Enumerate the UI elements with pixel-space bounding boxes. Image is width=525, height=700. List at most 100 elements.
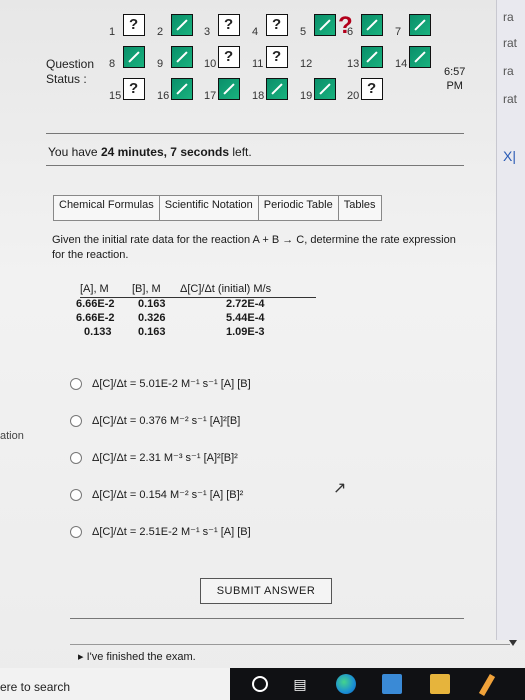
question-answered-icon[interactable] (314, 14, 336, 36)
question-answered-icon[interactable] (123, 46, 145, 68)
timer-suffix: left. (232, 145, 252, 159)
question-number: 13 (347, 58, 360, 70)
exam-page: ra rat ra rat X| ation Question Status :… (0, 0, 525, 700)
question-number: 8 (109, 58, 116, 70)
clock: 6:57 PM (444, 65, 465, 93)
task-view-icon[interactable]: ▤ (290, 674, 310, 694)
table-cell: 2.72E-4 (226, 298, 265, 310)
question-answered-icon[interactable] (218, 78, 240, 100)
edge-text: X| (503, 148, 516, 164)
edge-text: rat (503, 92, 518, 106)
question-answered-icon[interactable] (361, 14, 383, 36)
table-cell: 1.09E-3 (226, 326, 265, 338)
tab-scientific-notation[interactable]: Scientific Notation (160, 196, 259, 220)
radio-button[interactable] (70, 488, 82, 501)
store-icon[interactable] (382, 674, 402, 694)
submit-answer-button[interactable]: SUBMIT ANSWER (200, 578, 332, 604)
tab-chemical-formulas[interactable]: Chemical Formulas (54, 196, 160, 220)
question-number: 16 (157, 90, 170, 102)
edge-text: rat (503, 36, 518, 50)
question-unanswered-icon[interactable] (123, 14, 145, 36)
edge-browser-icon[interactable] (336, 674, 356, 694)
answer-option[interactable]: Δ[C]/Δt = 0.154 M⁻² s⁻¹ [A] [B]² (70, 488, 243, 501)
cortana-icon[interactable] (252, 676, 268, 692)
question-number: 19 (300, 90, 313, 102)
tab-tables[interactable]: Tables (339, 196, 381, 220)
table-row: 6.66E-2 0.326 5.44E-4 (76, 312, 316, 326)
question-number: 7 (395, 26, 402, 38)
question-answered-icon[interactable] (171, 14, 193, 36)
question-answered-icon[interactable] (266, 78, 288, 100)
divider (70, 618, 464, 619)
question-number: 17 (204, 90, 217, 102)
divider (46, 133, 464, 134)
answer-option[interactable]: Δ[C]/Δt = 2.31 M⁻³ s⁻¹ [A]²[B]² (70, 451, 238, 464)
question-unanswered-icon[interactable] (218, 14, 240, 36)
answer-option[interactable]: Δ[C]/Δt = 2.51E-2 M⁻¹ s⁻¹ [A] [B] (70, 525, 251, 538)
answer-option[interactable]: Δ[C]/Δt = 0.376 M⁻² s⁻¹ [A]²[B] (70, 414, 240, 427)
answer-option[interactable]: Δ[C]/Δt = 5.01E-2 M⁻¹ s⁻¹ [A] [B] (70, 377, 251, 390)
timer-value: 24 minutes, 7 seconds (100, 145, 230, 159)
question-unanswered-icon[interactable] (266, 46, 288, 68)
radio-button[interactable] (70, 414, 82, 427)
question-number: 20 (347, 90, 360, 102)
question-number: 12 (300, 58, 313, 70)
question-number: 15 (109, 90, 122, 102)
option-label[interactable]: Δ[C]/Δt = 0.376 M⁻² s⁻¹ [A]²[B] (92, 414, 240, 427)
question-unanswered-icon[interactable] (218, 46, 240, 68)
option-label[interactable]: Δ[C]/Δt = 2.31 M⁻³ s⁻¹ [A]²[B]² (92, 451, 238, 464)
table-cell: 6.66E-2 (76, 298, 115, 310)
table-row: 0.133 0.163 1.09E-3 (80, 326, 316, 340)
timer-prefix: You have (48, 145, 98, 159)
question-answered-icon[interactable] (361, 46, 383, 68)
radio-button[interactable] (70, 377, 82, 390)
current-question-mark: ? (338, 12, 353, 39)
table-cell: 6.66E-2 (76, 312, 115, 324)
taskbar-search-box[interactable]: ere to search (0, 668, 230, 700)
edge-text: ra (503, 64, 514, 78)
pen-app-icon[interactable] (478, 673, 496, 697)
question-unanswered-icon[interactable] (361, 78, 383, 100)
question-label: Question (46, 57, 95, 71)
edge-text: ra (503, 10, 514, 24)
reference-tabs: Chemical Formulas Scientific Notation Pe… (53, 195, 382, 221)
question-unanswered-icon[interactable] (123, 78, 145, 100)
question-answered-icon[interactable] (409, 14, 431, 36)
finished-exam-link[interactable]: ▸ I've finished the exam. (78, 650, 196, 663)
search-placeholder: ere to search (0, 680, 71, 694)
option-label[interactable]: Δ[C]/Δt = 0.154 M⁻² s⁻¹ [A] [B]² (92, 488, 243, 501)
question-number: 5 (300, 26, 307, 38)
table-cell: 0.326 (138, 312, 166, 324)
collapse-arrow-icon[interactable] (509, 640, 517, 646)
table-header-cell: [B], M (132, 283, 161, 295)
question-number: 1 (109, 26, 116, 38)
file-explorer-icon[interactable] (430, 674, 450, 694)
question-answered-icon[interactable] (314, 78, 336, 100)
table-cell: 0.163 (138, 298, 166, 310)
table-header-cell: Δ[C]/Δt (initial) M/s (180, 283, 272, 295)
question-text: Given the initial rate data for the reac… (52, 234, 456, 261)
table-cell: 5.44E-4 (226, 312, 265, 324)
radio-button[interactable] (70, 525, 82, 538)
question-answered-icon[interactable] (409, 46, 431, 68)
radio-button[interactable] (70, 451, 82, 464)
option-label[interactable]: Δ[C]/Δt = 2.51E-2 M⁻¹ s⁻¹ [A] [B] (92, 525, 251, 538)
finished-exam-bar[interactable]: ▸ I've finished the exam. (70, 644, 510, 667)
question-number: 2 (157, 26, 164, 38)
clock-ampm: PM (446, 80, 463, 92)
question-unanswered-icon[interactable] (266, 14, 288, 36)
clock-time: 6:57 (444, 66, 466, 78)
tab-periodic-table[interactable]: Periodic Table (259, 196, 339, 220)
status-label: Status : (46, 72, 87, 86)
question-number: 10 (204, 58, 217, 70)
option-label[interactable]: Δ[C]/Δt = 5.01E-2 M⁻¹ s⁻¹ [A] [B] (92, 377, 251, 390)
question-number: 11 (252, 58, 264, 70)
rate-data-table: [A], M [B], M Δ[C]/Δt (initial) M/s 6.66… (76, 283, 316, 340)
question-answered-icon[interactable] (171, 78, 193, 100)
question-number: 9 (157, 58, 164, 70)
question-number: 14 (395, 58, 408, 70)
question-number: 3 (204, 26, 211, 38)
windows-taskbar: ere to search ▤ (0, 668, 525, 700)
question-number: 4 (252, 26, 259, 38)
question-answered-icon[interactable] (171, 46, 193, 68)
